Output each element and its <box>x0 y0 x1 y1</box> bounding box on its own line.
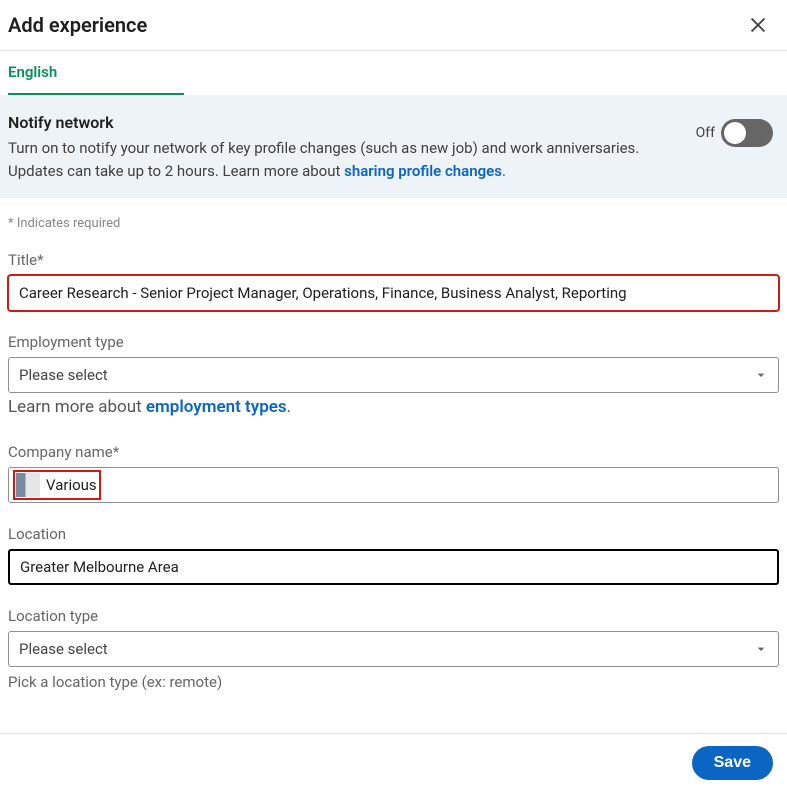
location-type-label: Location type <box>8 607 779 625</box>
location-type-select[interactable]: Please select <box>8 631 779 667</box>
location-type-hint: Pick a location type (ex: remote) <box>8 673 779 691</box>
toggle-knob <box>724 122 746 144</box>
employment-type-select[interactable]: Please select <box>8 357 779 393</box>
learn-prefix: Learn more about <box>8 397 146 417</box>
save-button[interactable]: Save <box>692 746 773 780</box>
notify-description: Turn on to notify your network of key pr… <box>8 137 680 182</box>
title-field: Title* <box>8 251 779 311</box>
modal-footer: Save <box>0 733 787 792</box>
company-name-value: Various <box>46 476 97 494</box>
location-label: Location <box>8 525 779 543</box>
tab-english[interactable]: English <box>8 51 184 95</box>
title-label: Title* <box>8 251 779 269</box>
language-tabs: English <box>0 51 787 95</box>
notify-network-box: Notify network Turn on to notify your ne… <box>0 95 787 198</box>
company-name-label: Company name* <box>8 443 779 461</box>
sharing-profile-changes-link[interactable]: sharing profile changes <box>344 162 502 180</box>
modal-title: Add experience <box>8 13 147 37</box>
close-button[interactable] <box>743 10 773 40</box>
employment-type-label: Employment type <box>8 333 779 351</box>
notify-toggle-wrap: Off <box>696 119 773 147</box>
notify-text: Notify network Turn on to notify your ne… <box>8 111 680 182</box>
company-name-field: Company name* Various <box>8 443 779 503</box>
location-type-field: Location type Please select Pick a locat… <box>8 607 779 691</box>
notify-toggle[interactable] <box>721 119 773 147</box>
employment-types-link[interactable]: employment types <box>146 397 287 417</box>
notify-title: Notify network <box>8 111 680 135</box>
required-indicator-note: * Indicates required <box>8 216 779 231</box>
title-input[interactable] <box>8 275 779 311</box>
close-icon <box>747 14 769 36</box>
notify-period: . <box>502 162 506 180</box>
company-logo-icon <box>16 473 40 497</box>
employment-type-learn-more: Learn more about employment types. <box>8 397 779 417</box>
toggle-state-label: Off <box>696 125 715 141</box>
notify-desc-text: Turn on to notify your network of key pr… <box>8 139 639 180</box>
company-name-input[interactable]: Various <box>8 467 779 503</box>
employment-type-field: Employment type Please select <box>8 333 779 393</box>
form-content: * Indicates required Title* Employment t… <box>0 198 787 691</box>
modal-header: Add experience <box>0 0 787 51</box>
company-highlight: Various <box>15 472 99 498</box>
location-input[interactable] <box>8 549 779 585</box>
location-field: Location <box>8 525 779 585</box>
learn-period: . <box>287 397 291 417</box>
